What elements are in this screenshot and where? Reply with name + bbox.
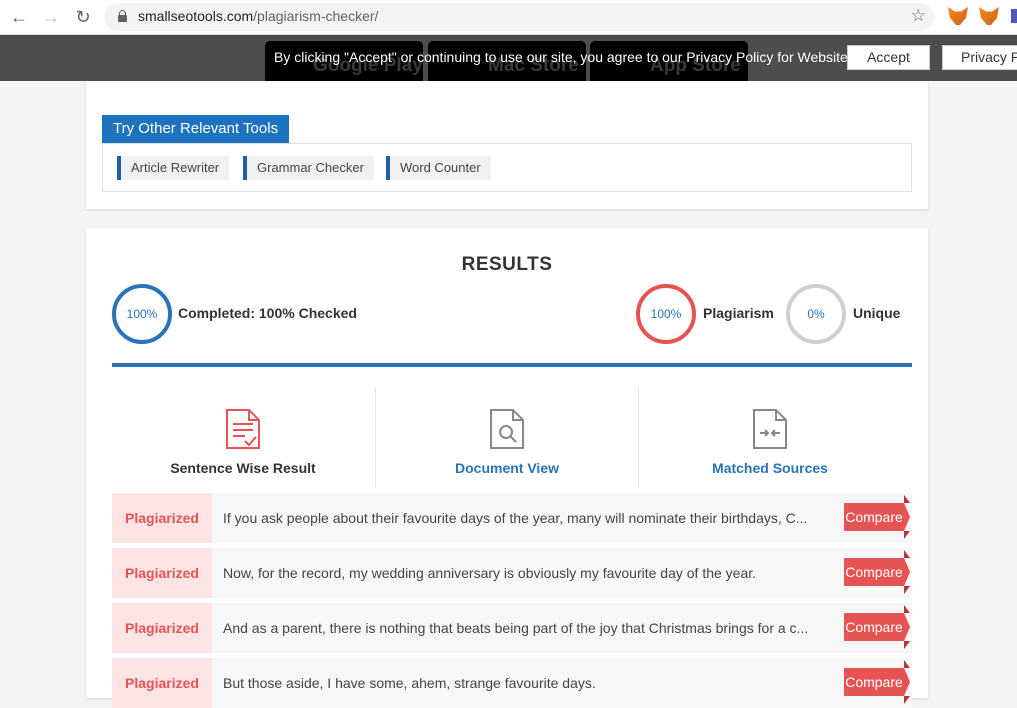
result-row: Plagiarized And as a parent, there is no…: [112, 603, 912, 653]
completed-label: Completed: 100% Checked: [178, 305, 357, 321]
reload-icon[interactable]: ↻: [72, 6, 94, 28]
tab-label: Sentence Wise Result: [170, 460, 316, 476]
plagiarism-ring: 100%: [636, 284, 696, 344]
forward-arrow-icon[interactable]: →: [40, 6, 62, 28]
relevant-tools-card: Try Other Relevant Tools Article Rewrite…: [86, 81, 928, 209]
compare-button[interactable]: Compare: [844, 660, 910, 704]
unique-label: Unique: [853, 305, 901, 321]
back-arrow-icon[interactable]: ←: [8, 6, 30, 28]
compare-button[interactable]: Compare: [844, 605, 910, 649]
result-row: Plagiarized If you ask people about thei…: [112, 493, 912, 543]
address-bar[interactable]: smallseotools.com/plagiarism-checker/ ☆: [104, 3, 934, 31]
result-sentence: But those aside, I have some, ahem, stra…: [223, 675, 596, 691]
cookie-message: By clicking "Accept" or continuing to us…: [274, 49, 848, 65]
result-sentence: And as a parent, there is nothing that b…: [223, 620, 809, 636]
lock-icon: [118, 10, 127, 22]
document-check-icon: [226, 409, 260, 449]
tool-link-word-counter[interactable]: Word Counter: [386, 156, 491, 180]
completed-progress-ring: 100%: [112, 284, 172, 344]
compare-button[interactable]: Compare: [844, 495, 910, 539]
extension-icon[interactable]: [1011, 9, 1017, 23]
result-row: Plagiarized But those aside, I have some…: [112, 658, 912, 708]
browser-toolbar: ← → ↻ smallseotools.com/plagiarism-check…: [0, 0, 1017, 35]
plagiarized-badge: Plagiarized: [112, 548, 212, 598]
privacy-policy-button[interactable]: Privacy P: [942, 45, 1017, 70]
metamask-fox-icon[interactable]: [948, 7, 968, 25]
relevant-tools-title: Try Other Relevant Tools: [102, 115, 290, 143]
accept-button[interactable]: Accept: [847, 45, 930, 70]
plagiarized-badge: Plagiarized: [112, 493, 212, 543]
tab-document-view[interactable]: Document View: [376, 388, 638, 488]
results-card: RESULTS 100% Completed: 100% Checked 100…: [86, 228, 928, 708]
metamask-fox-icon[interactable]: [979, 7, 999, 25]
progress-bar: [112, 363, 912, 367]
document-search-icon: [490, 409, 524, 449]
unique-ring: 0%: [786, 284, 846, 344]
url-text: smallseotools.com/plagiarism-checker/: [138, 8, 379, 24]
tool-link-grammar-checker[interactable]: Grammar Checker: [243, 156, 374, 180]
results-title: RESULTS: [461, 254, 553, 275]
result-row: Plagiarized Now, for the record, my wedd…: [112, 548, 912, 598]
bookmark-star-icon[interactable]: ☆: [911, 6, 926, 26]
plagiarism-label: Plagiarism: [703, 305, 774, 321]
plagiarized-badge: Plagiarized: [112, 603, 212, 653]
tab-sentence-wise-result[interactable]: Sentence Wise Result: [112, 388, 374, 488]
result-sentence: If you ask people about their favourite …: [223, 510, 808, 526]
cookie-consent-bar: Google Play Mac Store App Store By click…: [0, 35, 1017, 89]
result-sentence: Now, for the record, my wedding annivers…: [223, 565, 757, 581]
relevant-tools-list: Article Rewriter Grammar Checker Word Co…: [102, 143, 912, 192]
document-compare-icon: [753, 409, 787, 449]
compare-button[interactable]: Compare: [844, 550, 910, 594]
plagiarized-badge: Plagiarized: [112, 658, 212, 708]
tool-link-article-rewriter[interactable]: Article Rewriter: [117, 156, 230, 180]
tab-label: Matched Sources: [712, 460, 828, 476]
tab-label: Document View: [455, 460, 559, 476]
tab-matched-sources[interactable]: Matched Sources: [639, 388, 901, 488]
